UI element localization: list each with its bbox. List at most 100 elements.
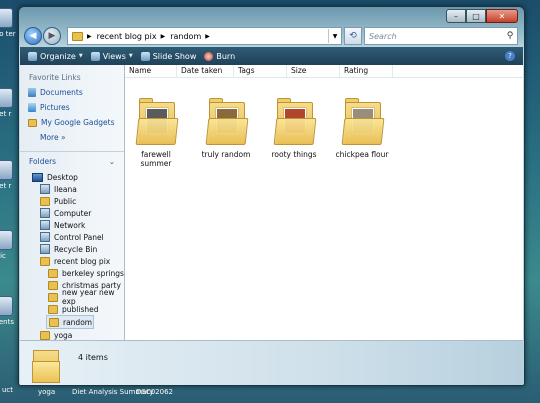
folder-item-farewell-summer[interactable]: farewell summer	[125, 98, 187, 168]
help-icon[interactable]: ?	[505, 51, 515, 61]
tree-node-public[interactable]: Public	[20, 195, 124, 207]
more-links-button[interactable]: More »	[40, 133, 124, 142]
slide-show-button[interactable]: Slide Show	[140, 51, 196, 61]
tree-node-label: random	[63, 317, 93, 327]
details-pane: 4 items	[20, 340, 523, 385]
desktop-icon-1[interactable]: ppo ter	[0, 8, 18, 38]
folder-icon	[48, 280, 58, 290]
breadcrumb-separator-icon[interactable]: ▶	[87, 33, 92, 40]
organize-button[interactable]: Organize ▼	[28, 51, 83, 61]
close-button[interactable]: ✕	[486, 9, 518, 23]
desktop-icon-label: net r	[0, 110, 12, 118]
tree-node-label: Public	[54, 196, 77, 206]
folder-item-rooty-things[interactable]: rooty things	[263, 98, 325, 159]
burn-disc-icon	[204, 51, 214, 61]
refresh-button[interactable]: ⟲	[344, 27, 362, 45]
app-icon	[0, 8, 13, 28]
favorite-link-pictures[interactable]: Pictures	[28, 103, 124, 112]
tree-node-label: new year new exp	[62, 288, 115, 306]
search-box[interactable]: Search ⚲	[364, 27, 518, 45]
photo-folder-icon	[205, 98, 249, 145]
folder-icon	[48, 292, 58, 302]
folder-icon	[48, 304, 58, 314]
folder-tree: Desktop Ileana Public Computer Network C…	[20, 171, 124, 341]
column-headers: Name Date taken Tags Size Rating	[125, 65, 523, 78]
tree-node-recycle-bin[interactable]: Recycle Bin	[20, 243, 124, 255]
column-header-rating[interactable]: Rating	[340, 65, 393, 77]
folder-item-label: farewell summer	[140, 150, 172, 168]
column-header-size[interactable]: Size	[287, 65, 340, 77]
folder-icon	[72, 31, 83, 41]
folder-icon	[28, 118, 37, 127]
back-button[interactable]: ◀	[24, 27, 42, 45]
tree-node-label: berkeley springs	[62, 268, 124, 278]
slide-show-icon	[140, 51, 150, 61]
desktop-icon-3[interactable]: net r	[0, 160, 18, 190]
maximize-button[interactable]: □	[466, 9, 486, 23]
computer-icon	[40, 208, 50, 218]
tree-node-label: yoga	[54, 330, 73, 340]
column-header-name[interactable]: Name	[125, 65, 177, 77]
tree-node-label: Ileana	[54, 184, 77, 194]
views-button[interactable]: Views ▼	[90, 51, 133, 61]
chevron-down-icon: ▼	[78, 53, 83, 59]
tree-node-label: Desktop	[47, 172, 78, 182]
tree-node-label: Network	[54, 220, 86, 230]
favorite-link-my-google-gadgets[interactable]: My Google Gadgets	[28, 118, 124, 127]
favorite-link-documents[interactable]: Documents	[28, 88, 124, 97]
burn-label: Burn	[216, 51, 236, 61]
more-label: More	[40, 133, 59, 142]
tree-node-label: published	[62, 304, 99, 314]
tree-node-control-panel[interactable]: Control Panel	[20, 231, 124, 243]
back-arrow-icon: ◀	[29, 31, 37, 41]
tree-node-network[interactable]: Network	[20, 219, 124, 231]
tree-node-berkeley-springs[interactable]: berkeley springs	[20, 267, 124, 279]
breadcrumb-separator-icon[interactable]: ▶	[161, 33, 166, 40]
forward-arrow-icon: ▶	[48, 31, 56, 41]
desktop-label-dsc: DSC02062	[136, 388, 173, 396]
address-dropdown-icon[interactable]: ▼	[328, 29, 341, 43]
breadcrumb-random[interactable]: random	[170, 32, 201, 41]
tree-node-label: Recycle Bin	[54, 244, 98, 254]
tree-node-label: recent blog pix	[54, 256, 111, 266]
organize-label: Organize	[40, 51, 76, 61]
refresh-icon: ⟲	[349, 31, 357, 41]
photo-folder-icon	[135, 98, 179, 145]
breadcrumb-separator-icon[interactable]: ▶	[205, 33, 210, 40]
forward-button[interactable]: ▶	[43, 27, 61, 45]
double-chevron-right-icon: »	[60, 133, 66, 142]
recycle-bin-icon	[40, 244, 50, 254]
app-icon	[0, 230, 13, 250]
minimize-button[interactable]: –	[446, 9, 466, 23]
column-header-tags[interactable]: Tags	[234, 65, 287, 77]
breadcrumb-recent-blog-pix[interactable]: recent blog pix	[97, 32, 157, 41]
desktop-icon-2[interactable]: net r	[0, 88, 18, 118]
search-input[interactable]: Search	[369, 32, 503, 41]
folder-item-truly-random[interactable]: truly random	[195, 98, 257, 159]
folders-header[interactable]: Folders ⌄	[20, 151, 124, 171]
tree-node-ileana[interactable]: Ileana	[20, 183, 124, 195]
chevron-down-icon: ▼	[128, 53, 133, 59]
tree-node-recent-blog-pix[interactable]: recent blog pix	[20, 255, 124, 267]
folder-icon	[49, 317, 59, 327]
desktop-icon-4[interactable]: ic	[0, 230, 18, 260]
search-icon[interactable]: ⚲	[503, 31, 517, 41]
app-icon	[0, 88, 13, 108]
tree-node-computer[interactable]: Computer	[20, 207, 124, 219]
tree-node-desktop[interactable]: Desktop	[20, 171, 124, 183]
desktop-icon-label: net r	[0, 182, 12, 190]
folder-item-chickpea-flour[interactable]: chickpea flour	[331, 98, 393, 159]
desktop-icon-5[interactable]: ments	[0, 296, 18, 326]
burn-button[interactable]: Burn	[204, 51, 236, 61]
user-icon	[40, 184, 50, 194]
tree-node-random[interactable]: random	[46, 315, 94, 329]
caption-buttons: – □ ✕	[446, 9, 518, 23]
favorite-link-label: My Google Gadgets	[41, 118, 115, 127]
tree-node-new-year-new-exp[interactable]: new year new exp	[20, 288, 124, 306]
favorite-link-label: Pictures	[40, 103, 70, 112]
address-bar[interactable]: ▶ recent blog pix ▶ random ▶ ▼	[67, 27, 342, 45]
desktop-label-uct: uct	[2, 386, 14, 394]
folders-heading: Folders	[29, 157, 57, 166]
desktop-icon-label: ic	[0, 252, 6, 260]
column-header-date-taken[interactable]: Date taken	[177, 65, 234, 77]
